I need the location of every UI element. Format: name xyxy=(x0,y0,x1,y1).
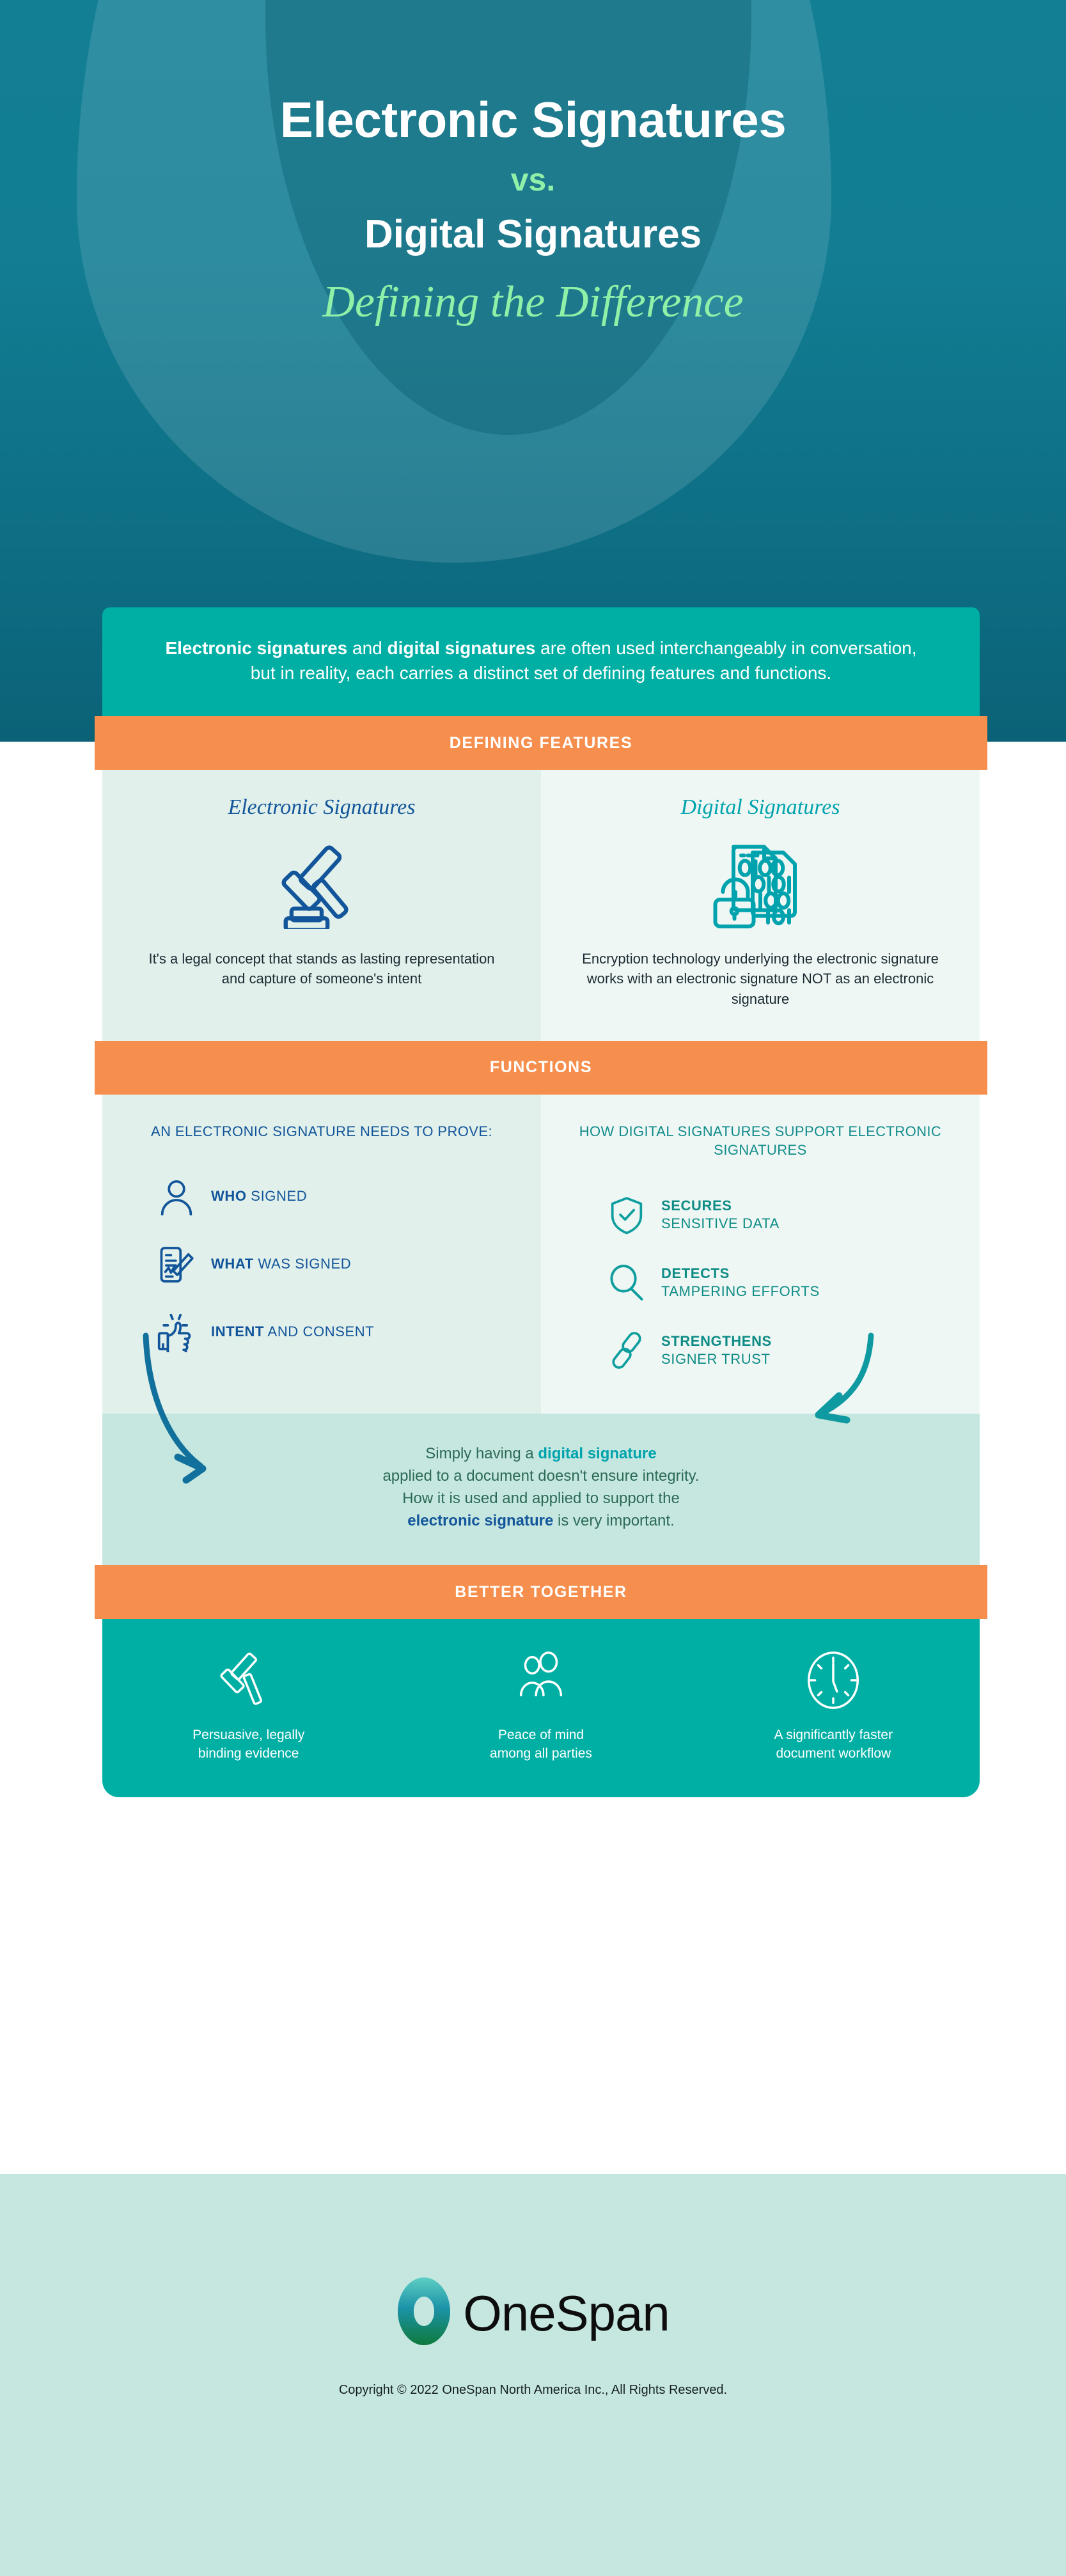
column-body-digital: Encryption technology underlying the ele… xyxy=(582,951,939,1007)
onespan-mark-icon xyxy=(396,2276,451,2350)
list-item-rest: SENSITIVE DATA xyxy=(661,1215,780,1232)
list-item-label: WHO SIGNED xyxy=(211,1187,307,1205)
note-line3: How it is used and applied to support th… xyxy=(402,1489,680,1507)
intro-and: and xyxy=(347,638,388,658)
better-together-panel: Persuasive, legally binding evidence Pea… xyxy=(102,1619,980,1798)
hero-vs-label: vs. xyxy=(510,162,556,198)
list-item-label: Persuasive, legally binding evidence xyxy=(153,1726,345,1763)
list-item: STRENGTHENS SIGNER TRUST xyxy=(564,1316,957,1384)
column-body-electronic: It's a legal concept that stands as last… xyxy=(148,951,495,987)
list-item-rest: SIGNED xyxy=(246,1188,308,1205)
shield-check-icon xyxy=(592,1195,661,1235)
hero-text-group: Electronic Signatures vs. Digital Signat… xyxy=(0,0,1066,325)
bt-line1: A significantly faster xyxy=(774,1728,893,1743)
intro-paragraph: Electronic signatures and digital signat… xyxy=(102,607,980,717)
intro-bold-electronic: Electronic signatures xyxy=(165,638,348,658)
bt-line2: document workflow xyxy=(776,1745,891,1761)
list-item-bold: SECURES xyxy=(661,1197,732,1214)
list-item: WHO SIGNED xyxy=(133,1163,510,1231)
section-bar-defining-features: DEFINING FEATURES xyxy=(95,716,987,770)
bt-line1: Persuasive, legally xyxy=(192,1728,305,1743)
list-item-label: Peace of mind among all parties xyxy=(445,1726,637,1763)
list-item-label: SECURES SENSITIVE DATA xyxy=(661,1197,780,1233)
content-stack: Electronic signatures and digital signat… xyxy=(95,607,987,1798)
gavel-icon xyxy=(147,826,496,935)
list-item-label: INTENT AND CONSENT xyxy=(211,1323,374,1341)
onespan-logo: OneSpan xyxy=(0,2276,1066,2350)
better-together-bar-wrap: BETTER TOGETHER xyxy=(95,1565,987,1620)
two-people-icon xyxy=(445,1648,637,1712)
curved-arrow-left-icon xyxy=(138,1329,221,1503)
integrity-note: Simply having a digital signature applie… xyxy=(102,1332,980,1566)
list-item-rest: SIGNER TRUST xyxy=(661,1351,771,1368)
intro-bold-digital: digital signatures xyxy=(387,638,536,658)
magnifier-icon xyxy=(592,1263,661,1302)
column-digital-signatures: Digital Signatures Encryption technology… xyxy=(541,770,980,1041)
note-line1a: Simply having a xyxy=(425,1445,538,1463)
bt-line2: among all parties xyxy=(490,1745,592,1761)
curved-arrow-right-icon xyxy=(807,1329,884,1458)
gavel-outline-icon xyxy=(153,1648,345,1712)
functions-bar-wrap: FUNCTIONS xyxy=(95,1040,987,1095)
hero-title-line1: Electronic Signatures xyxy=(279,91,787,148)
section-bar-functions: FUNCTIONS xyxy=(95,1040,987,1095)
list-item: SECURES SENSITIVE DATA xyxy=(564,1181,957,1249)
list-item-label: A significantly faster document workflow xyxy=(737,1726,929,1763)
encrypted-document-lock-icon xyxy=(581,826,940,935)
bt-line1: Peace of mind xyxy=(498,1728,584,1743)
list-item: A significantly faster document workflow xyxy=(737,1648,929,1763)
list-item-rest: WAS SIGNED xyxy=(253,1256,352,1272)
list-item: Persuasive, legally binding evidence xyxy=(153,1648,345,1763)
list-item-bold: STRENGTHENS xyxy=(661,1332,772,1349)
functions-heading-digital: HOW DIGITAL SIGNATURES SUPPORT ELECTRONI… xyxy=(579,1123,942,1158)
note-line2: applied to a document doesn't ensure int… xyxy=(382,1467,700,1485)
functions-heading-electronic: AN ELECTRONIC SIGNATURE NEEDS TO PROVE: xyxy=(151,1123,492,1139)
note-digital-signature: digital signature xyxy=(538,1445,657,1463)
bt-line2: binding evidence xyxy=(198,1745,299,1761)
chain-link-icon xyxy=(592,1331,661,1370)
copyright-text: Copyright © 2022 OneSpan North America I… xyxy=(338,2383,728,2397)
functions-column-digital: HOW DIGITAL SIGNATURES SUPPORT ELECTRONI… xyxy=(541,1094,980,1414)
list-item: WHAT WAS SIGNED xyxy=(133,1231,510,1299)
list-item-label: WHAT WAS SIGNED xyxy=(211,1255,351,1273)
hero-subtitle: Defining the Difference xyxy=(322,277,744,327)
footer: OneSpan Copyright © 2022 OneSpan North A… xyxy=(0,2276,1066,2398)
clock-icon xyxy=(737,1648,929,1712)
list-item-bold: WHAT xyxy=(211,1256,254,1272)
signed-document-icon xyxy=(142,1245,211,1284)
note-electronic-signature: electronic signature xyxy=(407,1511,554,1529)
defining-features-columns: Electronic Signatures It's a legal conce… xyxy=(102,770,980,1041)
list-item-rest: TAMPERING EFFORTS xyxy=(661,1283,820,1300)
person-icon xyxy=(142,1177,211,1217)
list-item-label: STRENGTHENS SIGNER TRUST xyxy=(661,1332,772,1368)
defining-features-bar-wrap: DEFINING FEATURES xyxy=(95,716,987,770)
list-item: Peace of mind among all parties xyxy=(445,1648,637,1763)
list-item-bold: DETECTS xyxy=(661,1265,730,1281)
column-title-electronic: Electronic Signatures xyxy=(228,795,416,820)
list-item-label: DETECTS TAMPERING EFFORTS xyxy=(661,1265,820,1300)
note-line4b: is very important. xyxy=(553,1511,675,1529)
column-electronic-signatures: Electronic Signatures It's a legal conce… xyxy=(102,770,541,1041)
onespan-wordmark: OneSpan xyxy=(463,2284,670,2341)
list-item-bold: WHO xyxy=(211,1188,247,1205)
hero-title-line2: Digital Signatures xyxy=(364,212,702,256)
section-bar-better-together: BETTER TOGETHER xyxy=(95,1565,987,1620)
list-item: DETECTS TAMPERING EFFORTS xyxy=(564,1249,957,1316)
column-title-digital: Digital Signatures xyxy=(680,795,840,820)
list-item-rest: AND CONSENT xyxy=(264,1323,375,1340)
